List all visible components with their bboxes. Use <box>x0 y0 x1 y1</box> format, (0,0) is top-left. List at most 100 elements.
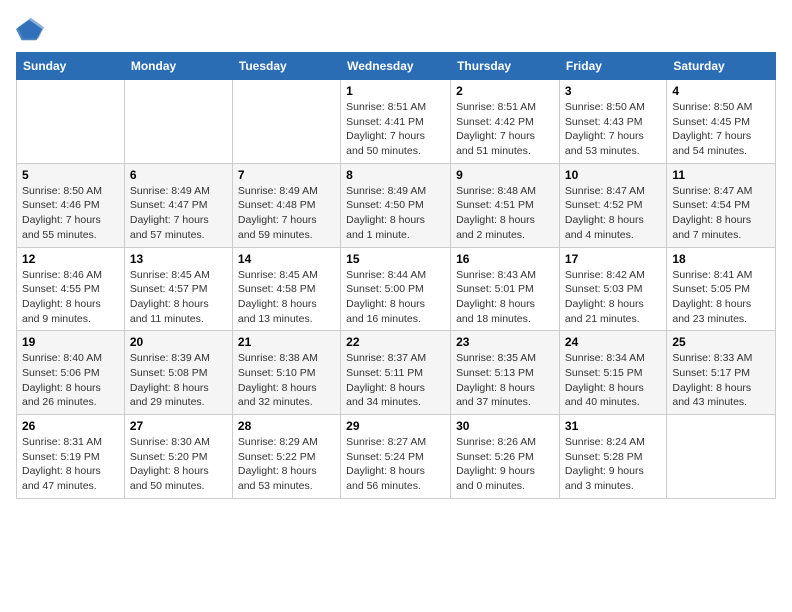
day-info: Sunrise: 8:50 AMSunset: 4:45 PMDaylight:… <box>672 100 770 159</box>
calendar-cell: 1Sunrise: 8:51 AMSunset: 4:41 PMDaylight… <box>341 80 451 164</box>
day-number: 30 <box>456 419 554 433</box>
day-info: Sunrise: 8:37 AMSunset: 5:11 PMDaylight:… <box>346 351 445 410</box>
day-info: Sunrise: 8:39 AMSunset: 5:08 PMDaylight:… <box>130 351 227 410</box>
day-info: Sunrise: 8:33 AMSunset: 5:17 PMDaylight:… <box>672 351 770 410</box>
day-number: 18 <box>672 252 770 266</box>
calendar-cell: 30 Sunrise: 8:26 AMSunset: 5:26 PMDayligh… <box>451 415 560 499</box>
calendar-cell: 3 Sunrise: 8:50 AMSunset: 4:43 PMDaylight… <box>559 80 666 164</box>
calendar-cell: 18Sunrise: 8:41 AMSunset: 5:05 PMDayligh… <box>667 247 776 331</box>
day-number: 17 <box>565 252 661 266</box>
calendar-cell: 9 Sunrise: 8:48 AMSunset: 4:51 PMDaylight… <box>451 163 560 247</box>
day-number: 22 <box>346 335 445 349</box>
day-number: 6 <box>130 168 227 182</box>
day-info: Sunrise: 8:49 AMSunset: 4:48 PMDaylight:… <box>238 184 335 243</box>
day-number: 27 <box>130 419 227 433</box>
day-info: Sunrise: 8:26 AMSunset: 5:26 PMDaylight:… <box>456 435 554 494</box>
day-info: Sunrise: 8:38 AMSunset: 5:10 PMDaylight:… <box>238 351 335 410</box>
calendar-cell: 8Sunrise: 8:49 AMSunset: 4:50 PMDaylight… <box>341 163 451 247</box>
calendar-cell: 27 Sunrise: 8:30 AMSunset: 5:20 PMDayligh… <box>124 415 232 499</box>
calendar-cell: 14 Sunrise: 8:45 AMSunset: 4:58 PMDayligh… <box>232 247 340 331</box>
calendar-cell: 25 Sunrise: 8:33 AMSunset: 5:17 PMDayligh… <box>667 331 776 415</box>
calendar-cell: 6 Sunrise: 8:49 AMSunset: 4:47 PMDaylight… <box>124 163 232 247</box>
day-number: 2 <box>456 84 554 98</box>
day-info: Sunrise: 8:47 AMSunset: 4:54 PMDaylight:… <box>672 184 770 243</box>
day-info: Sunrise: 8:35 AMSunset: 5:13 PMDaylight:… <box>456 351 554 410</box>
calendar-cell: 20 Sunrise: 8:39 AMSunset: 5:08 PMDayligh… <box>124 331 232 415</box>
day-number: 24 <box>565 335 661 349</box>
day-number: 16 <box>456 252 554 266</box>
logo-icon <box>16 16 44 44</box>
calendar-cell: 10 Sunrise: 8:47 AMSunset: 4:52 PMDayligh… <box>559 163 666 247</box>
calendar-cell: 16Sunrise: 8:43 AMSunset: 5:01 PMDayligh… <box>451 247 560 331</box>
day-info: Sunrise: 8:46 AMSunset: 4:55 PMDaylight:… <box>22 268 119 327</box>
day-number: 23 <box>456 335 554 349</box>
day-of-week-header: Saturday <box>667 53 776 80</box>
calendar-week-row: 5 Sunrise: 8:50 AMSunset: 4:46 PMDaylight… <box>17 163 776 247</box>
day-info: Sunrise: 8:47 AMSunset: 4:52 PMDaylight:… <box>565 184 661 243</box>
day-info: Sunrise: 8:50 AMSunset: 4:43 PMDaylight:… <box>565 100 661 159</box>
calendar-cell <box>667 415 776 499</box>
logo <box>16 16 48 44</box>
calendar-cell: 24 Sunrise: 8:34 AMSunset: 5:15 PMDayligh… <box>559 331 666 415</box>
day-info: Sunrise: 8:48 AMSunset: 4:51 PMDaylight:… <box>456 184 554 243</box>
day-number: 9 <box>456 168 554 182</box>
calendar-cell: 22 Sunrise: 8:37 AMSunset: 5:11 PMDayligh… <box>341 331 451 415</box>
day-number: 28 <box>238 419 335 433</box>
calendar-week-row: 26 Sunrise: 8:31 AMSunset: 5:19 PMDayligh… <box>17 415 776 499</box>
day-number: 15 <box>346 252 445 266</box>
calendar-cell: 31 Sunrise: 8:24 AMSunset: 5:28 PMDayligh… <box>559 415 666 499</box>
day-number: 10 <box>565 168 661 182</box>
day-info: Sunrise: 8:31 AMSunset: 5:19 PMDaylight:… <box>22 435 119 494</box>
calendar-cell <box>17 80 125 164</box>
day-info: Sunrise: 8:34 AMSunset: 5:15 PMDaylight:… <box>565 351 661 410</box>
calendar-cell: 26 Sunrise: 8:31 AMSunset: 5:19 PMDayligh… <box>17 415 125 499</box>
day-number: 4 <box>672 84 770 98</box>
day-number: 7 <box>238 168 335 182</box>
day-info: Sunrise: 8:49 AMSunset: 4:50 PMDaylight:… <box>346 184 445 243</box>
day-of-week-header: Tuesday <box>232 53 340 80</box>
day-number: 21 <box>238 335 335 349</box>
calendar-cell: 2 Sunrise: 8:51 AMSunset: 4:42 PMDaylight… <box>451 80 560 164</box>
day-of-week-header: Sunday <box>17 53 125 80</box>
day-info: Sunrise: 8:29 AMSunset: 5:22 PMDaylight:… <box>238 435 335 494</box>
calendar-week-row: 1Sunrise: 8:51 AMSunset: 4:41 PMDaylight… <box>17 80 776 164</box>
day-of-week-header: Friday <box>559 53 666 80</box>
day-number: 31 <box>565 419 661 433</box>
day-number: 29 <box>346 419 445 433</box>
day-of-week-header: Thursday <box>451 53 560 80</box>
day-info: Sunrise: 8:50 AMSunset: 4:46 PMDaylight:… <box>22 184 119 243</box>
day-info: Sunrise: 8:42 AMSunset: 5:03 PMDaylight:… <box>565 268 661 327</box>
calendar-cell: 5 Sunrise: 8:50 AMSunset: 4:46 PMDaylight… <box>17 163 125 247</box>
day-number: 1 <box>346 84 445 98</box>
day-number: 26 <box>22 419 119 433</box>
calendar-cell: 28 Sunrise: 8:29 AMSunset: 5:22 PMDayligh… <box>232 415 340 499</box>
day-number: 25 <box>672 335 770 349</box>
day-info: Sunrise: 8:40 AMSunset: 5:06 PMDaylight:… <box>22 351 119 410</box>
calendar-cell: 19 Sunrise: 8:40 AMSunset: 5:06 PMDayligh… <box>17 331 125 415</box>
day-number: 14 <box>238 252 335 266</box>
calendar-header-row: SundayMondayTuesdayWednesdayThursdayFrid… <box>17 53 776 80</box>
calendar-cell: 29 Sunrise: 8:27 AMSunset: 5:24 PMDayligh… <box>341 415 451 499</box>
day-number: 3 <box>565 84 661 98</box>
day-info: Sunrise: 8:51 AMSunset: 4:42 PMDaylight:… <box>456 100 554 159</box>
calendar-cell <box>232 80 340 164</box>
day-info: Sunrise: 8:45 AMSunset: 4:58 PMDaylight:… <box>238 268 335 327</box>
calendar-cell: 11Sunrise: 8:47 AMSunset: 4:54 PMDayligh… <box>667 163 776 247</box>
day-number: 5 <box>22 168 119 182</box>
calendar-table: SundayMondayTuesdayWednesdayThursdayFrid… <box>16 52 776 499</box>
day-info: Sunrise: 8:49 AMSunset: 4:47 PMDaylight:… <box>130 184 227 243</box>
page-header <box>16 16 776 44</box>
calendar-cell: 17 Sunrise: 8:42 AMSunset: 5:03 PMDayligh… <box>559 247 666 331</box>
calendar-cell: 15Sunrise: 8:44 AMSunset: 5:00 PMDayligh… <box>341 247 451 331</box>
day-number: 20 <box>130 335 227 349</box>
calendar-cell: 21 Sunrise: 8:38 AMSunset: 5:10 PMDayligh… <box>232 331 340 415</box>
calendar-cell: 4 Sunrise: 8:50 AMSunset: 4:45 PMDaylight… <box>667 80 776 164</box>
day-info: Sunrise: 8:24 AMSunset: 5:28 PMDaylight:… <box>565 435 661 494</box>
day-info: Sunrise: 8:30 AMSunset: 5:20 PMDaylight:… <box>130 435 227 494</box>
day-of-week-header: Monday <box>124 53 232 80</box>
day-of-week-header: Wednesday <box>341 53 451 80</box>
calendar-cell: 23 Sunrise: 8:35 AMSunset: 5:13 PMDayligh… <box>451 331 560 415</box>
day-info: Sunrise: 8:27 AMSunset: 5:24 PMDaylight:… <box>346 435 445 494</box>
calendar-cell: 13Sunrise: 8:45 AMSunset: 4:57 PMDayligh… <box>124 247 232 331</box>
day-number: 19 <box>22 335 119 349</box>
